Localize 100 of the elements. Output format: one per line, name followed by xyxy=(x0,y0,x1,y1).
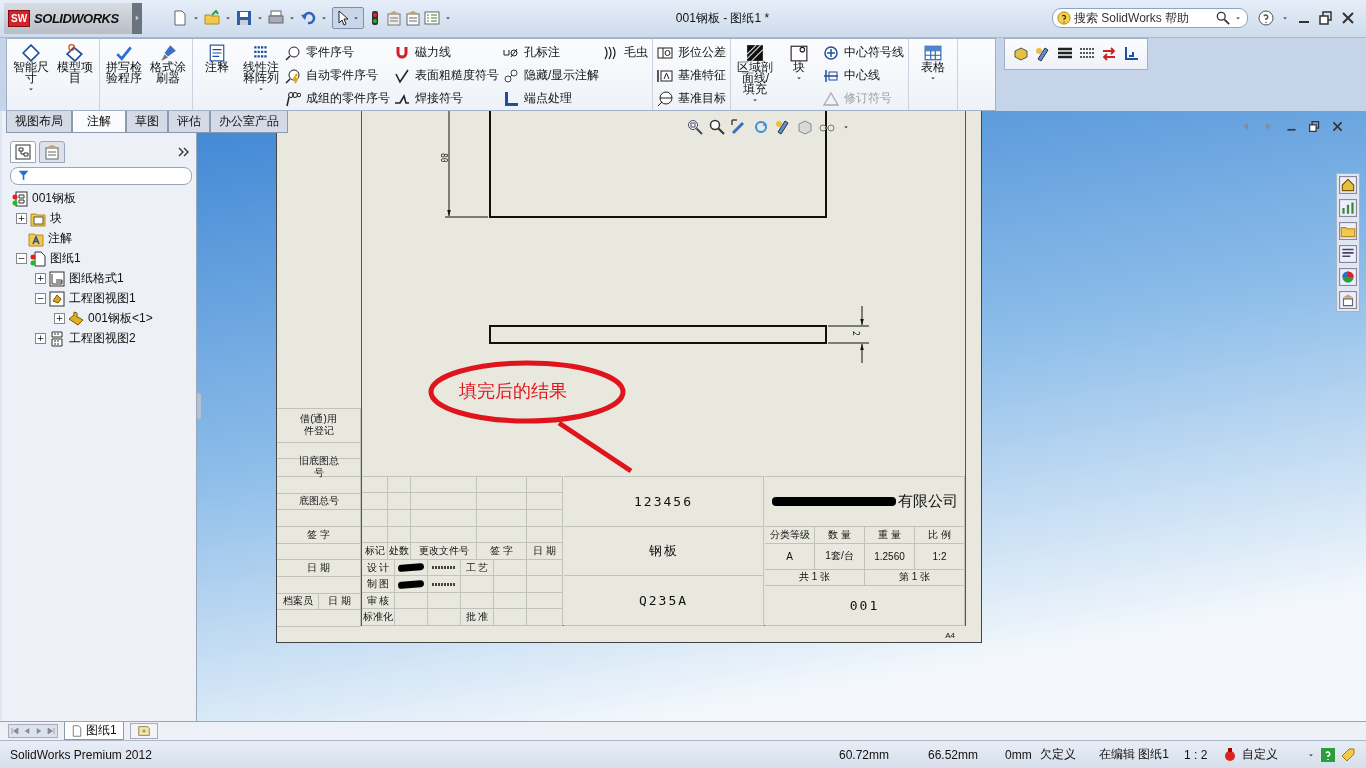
sheet-icon xyxy=(30,250,46,267)
filter-field[interactable] xyxy=(10,166,192,185)
ribbon-button[interactable]: 拼写检验程序 xyxy=(104,41,144,106)
status-field: 60.72mm xyxy=(839,747,924,762)
list-icon[interactable] xyxy=(424,10,440,27)
search-field[interactable]: 搜索 SolidWorks 帮助 xyxy=(1052,8,1248,29)
list-pane-icon[interactable] xyxy=(1339,244,1357,263)
ribbon-command[interactable]: 表面粗糙度符号 xyxy=(394,66,499,85)
search-icon[interactable] xyxy=(709,118,725,135)
blank-cell xyxy=(494,592,527,610)
ribbon-command[interactable]: 中心线 xyxy=(823,66,905,85)
add-sheet-button[interactable] xyxy=(129,723,158,740)
ribbon-command[interactable]: 零件序号 xyxy=(285,43,390,62)
paint-icon[interactable] xyxy=(1035,45,1051,62)
ribbon-button[interactable]: 线性注释阵列 xyxy=(241,41,281,106)
page-icon[interactable] xyxy=(172,10,188,27)
axes-icon[interactable] xyxy=(1123,45,1139,62)
title-block-label: 借(通)用件登记 xyxy=(277,408,361,443)
select-button[interactable] xyxy=(332,7,364,30)
zoom-fit-icon[interactable] xyxy=(687,118,703,135)
title-block-value: 1套/台 xyxy=(815,543,865,570)
expand-toggle[interactable]: + xyxy=(35,273,46,285)
balloon-icon xyxy=(285,44,301,61)
logo-text: SOLIDWORKS xyxy=(34,10,119,26)
ribbon-button[interactable]: 区域剖面线/填充 xyxy=(735,41,776,106)
tree-item[interactable]: 注解 xyxy=(28,230,72,248)
swap-icon[interactable] xyxy=(1101,45,1117,62)
blank-cell xyxy=(494,576,527,593)
rotate-icon[interactable] xyxy=(753,118,769,135)
help-box-icon[interactable] xyxy=(1320,746,1336,763)
ribbon-command[interactable]: 基准特征 xyxy=(657,66,727,85)
pencil-arrow-icon[interactable] xyxy=(731,118,747,135)
chart-icon[interactable] xyxy=(1339,198,1357,217)
title-block-value: A xyxy=(765,543,815,570)
nav-last-icon[interactable] xyxy=(45,725,57,738)
balloon-chain-icon xyxy=(285,90,301,107)
ribbon-command[interactable]: 形位公差 xyxy=(657,43,727,62)
status-text: SolidWorks Premium 2012 xyxy=(10,747,153,762)
ribbon-command[interactable]: 基准目标 xyxy=(657,89,727,108)
cube-icon[interactable] xyxy=(797,118,813,135)
record-icon[interactable] xyxy=(1222,746,1238,763)
folder-arrow-icon[interactable] xyxy=(204,10,220,27)
sheet-tab[interactable]: 图纸1 xyxy=(64,722,124,741)
expand-toggle[interactable]: − xyxy=(35,293,46,305)
property-manager-tab[interactable] xyxy=(39,140,65,163)
title-block-label: 签 字 xyxy=(277,526,361,544)
ribbon-button[interactable]: 块 xyxy=(779,41,820,106)
command-tab[interactable]: 评估 xyxy=(168,110,210,133)
expand-toggle[interactable]: + xyxy=(54,313,65,325)
question-icon[interactable] xyxy=(1258,10,1274,27)
expand-toggle[interactable]: − xyxy=(16,253,27,265)
ribbon-command[interactable]: 孔标注 xyxy=(503,43,600,62)
undo-icon[interactable] xyxy=(300,10,316,27)
ribbon-button[interactable]: 注释 xyxy=(197,41,237,106)
title-block-label: 设 计 xyxy=(362,559,395,577)
properties-pane-icon[interactable] xyxy=(1339,290,1357,309)
menu-expand-button[interactable] xyxy=(132,2,142,34)
color-wheel-icon[interactable] xyxy=(1339,267,1357,286)
close-icon[interactable] xyxy=(1331,119,1344,133)
expand-toggle[interactable]: + xyxy=(35,333,46,345)
ribbon-command[interactable]: 磁力线 xyxy=(394,43,499,62)
panel-splitter-handle[interactable] xyxy=(197,393,201,419)
tree-item[interactable]: 图纸格式1 xyxy=(49,270,124,288)
ribbon-button[interactable]: 格式涂刷器 xyxy=(148,41,188,106)
tag-icon[interactable] xyxy=(1340,746,1356,763)
nav-first-icon[interactable] xyxy=(9,725,21,738)
ribbon-command[interactable]: 中心符号线 xyxy=(823,43,905,62)
blank-cell xyxy=(527,526,563,544)
command-tab[interactable]: 视图布局 xyxy=(6,110,72,133)
command-tab[interactable]: 草图 xyxy=(126,110,168,133)
printer-icon[interactable] xyxy=(268,10,284,27)
tree-item[interactable]: 工程图视图2 xyxy=(49,330,136,348)
ribbon-command[interactable]: 毛虫 xyxy=(603,43,649,62)
blank-cell xyxy=(527,510,563,527)
box-icon[interactable] xyxy=(1013,45,1029,62)
paint-icon[interactable] xyxy=(775,118,791,135)
tree-item[interactable]: 图纸1 xyxy=(30,250,81,268)
restore-icon[interactable] xyxy=(1318,10,1334,27)
command-tab[interactable]: 办公室产品 xyxy=(210,110,288,133)
tree-item[interactable]: 001钢板<1> xyxy=(68,310,153,328)
home-icon[interactable] xyxy=(1339,175,1357,194)
tree-item[interactable]: 块 xyxy=(30,210,62,228)
feature-tree-tab[interactable] xyxy=(10,140,36,163)
tree-item[interactable]: 工程图视图1 xyxy=(49,290,136,308)
property-tab-icon[interactable] xyxy=(405,10,421,27)
tree-item[interactable]: 001钢板 xyxy=(12,190,77,208)
ribbon-command[interactable]: 焊接符号 xyxy=(394,89,499,108)
ribbon-button[interactable]: 表格 xyxy=(913,41,954,106)
ribbon-command[interactable]: 自动零件序号 xyxy=(285,66,390,85)
expand-toggle[interactable]: + xyxy=(16,213,27,225)
restore-icon[interactable] xyxy=(1308,119,1321,133)
app-logo[interactable]: SW SOLIDWORKS xyxy=(4,2,132,34)
ribbon-command[interactable]: 端点处理 xyxy=(503,89,600,108)
command-tab[interactable]: 注解 xyxy=(72,110,126,133)
status-field: 在编辑 图纸1 xyxy=(1099,746,1180,764)
ribbon-button[interactable]: 模型项目 xyxy=(55,41,95,106)
floppy-icon[interactable] xyxy=(236,10,252,27)
ribbon-button[interactable]: 智能尺寸 xyxy=(11,41,51,106)
ribbon-command[interactable]: 成组的零件序号 xyxy=(285,89,390,108)
ribbon-command[interactable]: 隐藏/显示注解 xyxy=(503,66,600,85)
